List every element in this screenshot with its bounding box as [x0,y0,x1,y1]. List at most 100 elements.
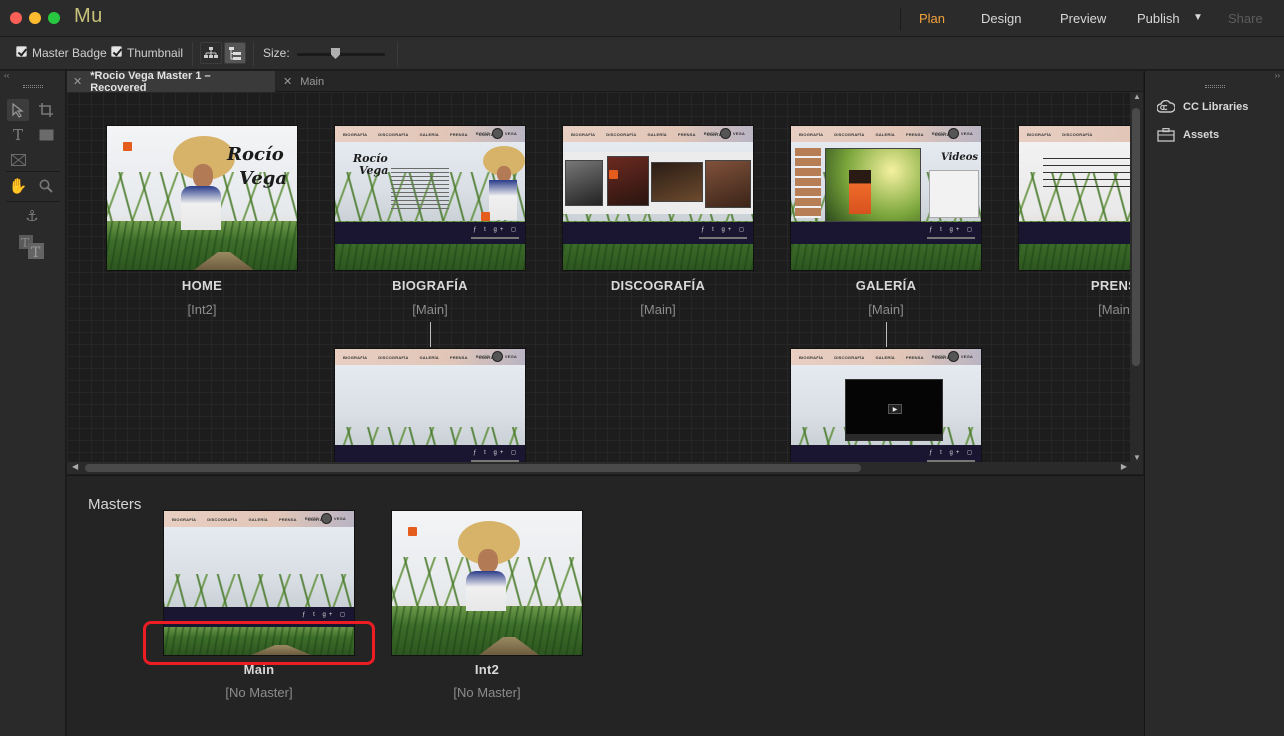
site-nav-bar: BIOGRAFÍA DISCOGRAFÍA [1019,126,1130,142]
hand-tool-icon[interactable]: ✋ [7,175,29,197]
site-nav-item: GALERÍA [647,131,667,137]
site-nav-item: DISCOGRAFÍA [378,354,409,360]
crop-tool-icon[interactable] [35,99,57,121]
page-name[interactable]: HOME [106,278,298,293]
orange-button-icon [481,212,490,221]
plan-canvas[interactable]: Rocío Vega HOME [Int2] ƒ t g+ ◻ BIOGRAFÍ… [67,92,1130,462]
zoom-tool-icon[interactable] [35,175,57,197]
collapse-panel-icon[interactable]: ›› [1275,71,1280,80]
page-thumbnail-home[interactable]: Rocío Vega [106,125,298,271]
close-window-button[interactable] [10,12,22,24]
master-badge-checkbox[interactable] [16,46,27,57]
sitemap-icon [204,47,218,58]
page-name[interactable]: PRENS [1018,278,1130,293]
plan-mode-button[interactable]: Plan [919,11,945,26]
cc-libraries-panel-button[interactable]: CC Libraries [1157,97,1248,117]
design-mode-button[interactable]: Design [981,11,1021,26]
site-footer [1019,222,1130,244]
briefcase-icon [1157,127,1175,143]
tab-rocio-vega-master[interactable]: ✕ *Rocio Vega Master 1 – Recovered [67,70,275,94]
site-nav-bar: BIOGRAFÍA DISCOGRAFÍA GALERÍA PRENSA CON… [791,349,981,365]
master-thumbnail-int2[interactable] [391,510,583,656]
dress-image [489,180,517,220]
site-nav-item: GALERÍA [419,131,439,137]
site-nav-item: DISCOGRAFÍA [834,354,865,360]
page-thumbnail-discografia[interactable]: ƒ t g+ ◻ BIOGRAFÍA DISCOGRAFÍA GALERÍA P… [562,125,754,271]
scroll-up-icon[interactable]: ▲ [1133,92,1141,101]
site-logo: ROCÍO VEGA [932,351,973,362]
social-icons: ƒ t g+ ◻ [473,227,519,233]
field-image [392,606,582,655]
preview-mode-button[interactable]: Preview [1060,11,1106,26]
page-name[interactable]: BIOGRAFÍA [334,278,526,293]
site-nav-item: DISCOGRAFÍA [207,516,238,522]
scroll-down-icon[interactable]: ▼ [1133,453,1141,462]
right-panel: ›› CC Libraries Assets [1144,71,1284,736]
selection-tool-icon[interactable] [7,99,29,121]
cc-libraries-label: CC Libraries [1183,101,1249,113]
size-slider-handle[interactable] [331,48,340,59]
muse-window: Mu Plan Design Preview Publish ▼ Share M… [0,0,1284,736]
logo-portrait-icon [491,351,503,362]
horizontal-scrollbar[interactable]: ◀ ▶ [67,462,1130,474]
list-view-button[interactable] [224,42,246,64]
site-logo: ROCÍO VEGA [476,128,517,139]
page-thumbnail-biografia[interactable]: ƒ t g+ ◻ BIOGRAFÍA DISCOGRAFÍA GALERÍA P… [334,125,526,271]
brand-rocio: ROCÍO [475,354,490,359]
horizontal-scroll-thumb[interactable] [85,464,861,472]
page-name[interactable]: DISCOGRAFÍA [562,278,754,293]
rectangle-tool-icon[interactable] [35,124,57,146]
size-slider[interactable] [297,53,385,56]
scroll-left-icon[interactable]: ◀ [72,462,78,471]
page-master-label: [Main [1098,302,1130,317]
page-name[interactable]: GALERÍA [790,278,982,293]
page-master-label: [Main] [868,302,904,317]
scroll-right-icon[interactable]: ▶ [1121,462,1127,471]
site-nav-item: BIOGRAFÍA [799,354,824,360]
assets-panel-button[interactable]: Assets [1157,125,1219,145]
size-label: Size: [263,46,290,60]
vertical-scrollbar[interactable]: ▲ ▼ [1130,92,1143,462]
site-footer: ƒ t g+ ◻ [563,222,753,244]
page-thumbnail-prensa[interactable]: BIOGRAFÍA DISCOGRAFÍA [1018,125,1130,271]
master-badge-label[interactable]: Master Badge [32,46,107,60]
page-thumbnail-galeria-child[interactable]: ƒ t g+ ◻ BIOGRAFÍA DISCOGRAFÍA GALERÍA P… [790,348,982,462]
gallery-main-photo [825,148,921,222]
vertical-scroll-thumb[interactable] [1132,108,1140,366]
site-nav-item: BIOGRAFÍA [571,131,596,137]
panel-grip[interactable] [23,85,43,88]
page-thumbnail-biografia-child[interactable]: ƒ t g+ ◻ BIOGRAFÍA DISCOGRAFÍA GALERÍA P… [334,348,526,462]
social-icons: ƒ t g+ ◻ [929,450,975,456]
site-logo: ROCÍO VEGA [476,351,517,362]
site-nav-item: BIOGRAFÍA [343,131,368,137]
maximize-window-button[interactable] [48,12,60,24]
text-style-tool-icon[interactable]: TT [17,233,47,261]
panel-grip[interactable] [1205,85,1225,88]
videos-label: Videos [941,152,979,163]
publish-button[interactable]: Publish [1137,11,1180,26]
thumbnail-label[interactable]: Thumbnail [127,46,183,60]
brand-rocio: ROCÍO [931,354,946,359]
site-nav-bar: BIOGRAFÍA DISCOGRAFÍA GALERÍA PRENSA CON… [791,126,981,142]
image-frame-tool-icon[interactable] [7,149,29,171]
sitemap-view-button[interactable] [200,42,222,64]
text-tool-icon[interactable]: T [7,124,29,146]
footer-line [471,237,519,239]
master-name[interactable]: Int2 [391,662,583,677]
site-nav-item: PRENSA [449,354,468,360]
facebook-widget [929,170,979,218]
tab-main[interactable]: ✕ Main [277,71,337,92]
minimize-window-button[interactable] [29,12,41,24]
chevron-down-icon[interactable]: ▼ [1193,12,1203,23]
thumbnail-checkbox[interactable] [111,46,122,57]
share-button[interactable]: Share [1228,11,1263,26]
logo-portrait-icon [947,351,959,362]
collapse-panel-icon[interactable]: ‹‹ [4,71,9,80]
close-icon[interactable]: ✕ [73,75,82,88]
logo-portrait-icon [491,128,503,139]
brand-rocio: ROCÍO [304,516,319,521]
document-tab-bar: ✕ *Rocio Vega Master 1 – Recovered ✕ Mai… [67,70,1143,94]
close-icon[interactable]: ✕ [283,75,292,88]
anchor-tool-icon[interactable]: ⚓ [21,205,43,227]
page-thumbnail-galeria[interactable]: ƒ t g+ ◻ BIOGRAFÍA DISCOGRAFÍA GALERÍA P… [790,125,982,271]
